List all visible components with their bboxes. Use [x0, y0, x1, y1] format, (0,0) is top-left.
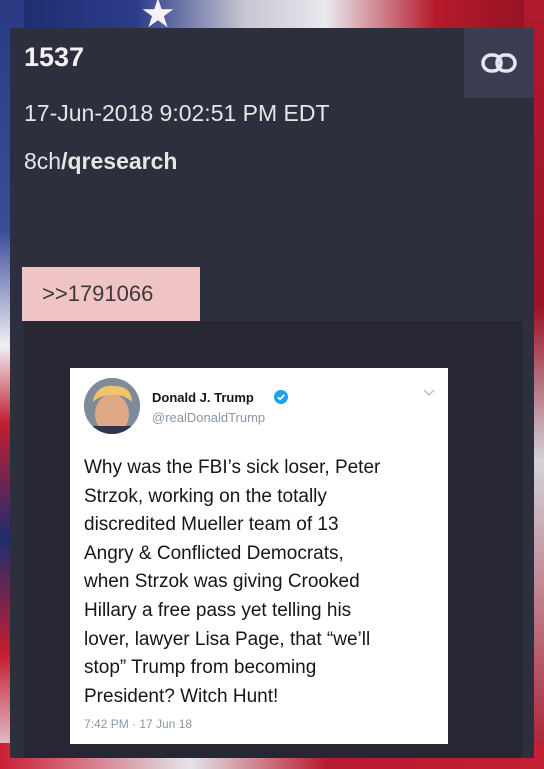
post-number: 1537 — [24, 42, 85, 72]
board-label[interactable]: 8ch/qresearch — [24, 148, 177, 175]
post-timestamp: 17-Jun-2018 9:02:51 PM EDT — [24, 100, 330, 126]
verified-badge-icon — [274, 390, 288, 404]
avatar — [84, 378, 140, 434]
tweet-text-line: stop” Trump from becoming — [84, 657, 317, 679]
tweet-text-line: Why was the FBI’s sick loser, Peter — [84, 457, 381, 478]
tweet-text-line: President? Witch Hunt! — [84, 685, 279, 707]
tweet-author-handle: @realDonaldTrump — [152, 410, 266, 425]
tweet-text-line: discredited Mueller team of 13 — [84, 514, 339, 536]
tweet-text: Why was the FBI’s sick loser, Peter Strz… — [84, 454, 436, 711]
tweet-text-line: Strzok, working on the totally — [84, 485, 327, 507]
board-name: qresearch — [67, 148, 178, 174]
tweet-text-line: when Strzok was giving Crooked — [84, 571, 360, 593]
chevron-down-icon — [423, 389, 435, 397]
tweet-text-line: Angry & Conflicted Democrats, — [84, 542, 344, 564]
tweet-screenshot: Donald J. Trump @realDonaldTrump Why was… — [70, 368, 448, 744]
tweet-timestamp: 7:42 PM · 17 Jun 18 — [84, 717, 193, 731]
tweet-author-name: Donald J. Trump — [152, 390, 254, 405]
link-icon — [481, 53, 517, 73]
post-card: 1537 17-Jun-2018 9:02:51 PM EDT 8ch/qres… — [10, 28, 534, 758]
permalink-button[interactable] — [464, 28, 534, 98]
board-site: 8ch — [24, 148, 62, 174]
tweet-text-line: lover, lawyer Lisa Page, that “we’ll — [84, 628, 371, 650]
tweet-text-line: Hillary a free pass yet telling his — [84, 599, 352, 621]
reply-reference-link[interactable]: >>1791066 — [22, 267, 200, 321]
